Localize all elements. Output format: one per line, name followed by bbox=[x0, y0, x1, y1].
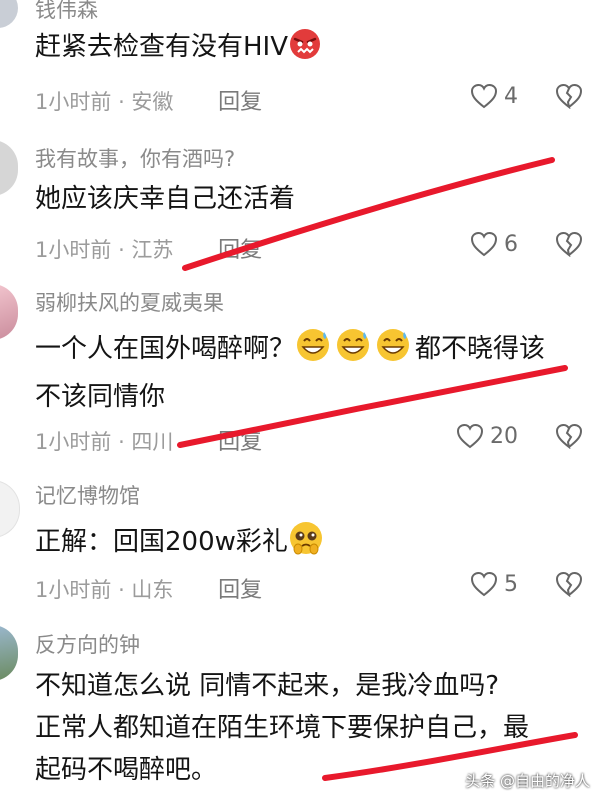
username[interactable]: 钱伟森 bbox=[35, 0, 98, 24]
avatar[interactable] bbox=[0, 625, 18, 681]
like-count: 4 bbox=[504, 83, 518, 109]
like-button[interactable]: 20 bbox=[456, 423, 518, 449]
sweat-grin-face-icon bbox=[295, 327, 415, 376]
comment-text-line: 一个人在国外喝醉啊？ bbox=[35, 334, 296, 364]
watermark: 头条 @自由的净人 bbox=[465, 772, 590, 790]
reply-button[interactable]: 回复 bbox=[218, 430, 262, 455]
comment-location: 江苏 bbox=[131, 238, 174, 262]
comment-text-line: 都不晓得该 bbox=[415, 334, 546, 364]
comment-location: 安徽 bbox=[131, 90, 174, 114]
avatar[interactable] bbox=[0, 140, 18, 196]
reply-button[interactable]: 回复 bbox=[218, 578, 262, 603]
comment-meta: 1小时前 · 安徽 回复 bbox=[35, 90, 263, 115]
comment-location: 四川 bbox=[131, 430, 174, 454]
avatar[interactable] bbox=[0, 0, 18, 28]
angry-face-icon bbox=[288, 27, 322, 74]
like-count: 20 bbox=[490, 423, 518, 449]
like-button[interactable]: 5 bbox=[470, 571, 518, 597]
comment-time: 1小时前 bbox=[35, 90, 112, 114]
username[interactable]: 我有故事，你有酒吗? bbox=[35, 143, 235, 173]
comment-text-line: 她应该庆幸自己还活着 bbox=[35, 184, 296, 214]
comment-text: 一个人在国外喝醉啊？ 都不晓得该 不该同情你 bbox=[35, 327, 590, 418]
comment-meta: 1小时前 · 山东 回复 bbox=[35, 578, 263, 603]
heart-icon bbox=[456, 423, 484, 449]
like-count: 5 bbox=[504, 571, 518, 597]
username[interactable]: 弱柳扶风的夏威夷果 bbox=[35, 287, 224, 317]
comment-text: 正解：回国200w彩礼 bbox=[35, 520, 590, 569]
username[interactable]: 记忆博物馆 bbox=[35, 480, 140, 510]
comment-text-line: 起码不喝醉吧。 bbox=[35, 755, 218, 785]
broken-heart-icon[interactable] bbox=[555, 231, 583, 257]
comment-text: 赶紧去检查有没有HIV bbox=[35, 26, 590, 74]
comment-time: 1小时前 bbox=[35, 238, 112, 262]
broken-heart-icon[interactable] bbox=[555, 571, 583, 597]
comment-text-line: 正常人都知道在陌生环境下要保护自己，最 bbox=[35, 713, 530, 743]
comment-text: 她应该庆幸自己还活着 bbox=[35, 178, 590, 220]
heart-icon bbox=[470, 83, 498, 109]
comment-location: 山东 bbox=[131, 578, 174, 602]
heart-icon bbox=[470, 231, 498, 257]
pleading-face-icon bbox=[288, 520, 324, 569]
comment-time: 1小时前 bbox=[35, 578, 112, 602]
broken-heart-icon[interactable] bbox=[555, 83, 583, 109]
avatar[interactable] bbox=[0, 284, 18, 340]
heart-icon bbox=[470, 571, 498, 597]
like-count: 6 bbox=[504, 231, 518, 257]
username[interactable]: 反方向的钟 bbox=[35, 629, 140, 659]
comment-text-line: 不知道怎么说 同情不起来，是我冷血吗? bbox=[35, 671, 500, 701]
broken-heart-icon[interactable] bbox=[555, 423, 583, 449]
like-button[interactable]: 6 bbox=[470, 231, 518, 257]
comment-text-line: 正解：回国200w彩礼 bbox=[35, 527, 288, 557]
avatar[interactable] bbox=[0, 480, 20, 538]
reply-button[interactable]: 回复 bbox=[218, 238, 262, 263]
comment-text-line: 赶紧去检查有没有HIV bbox=[35, 32, 289, 62]
comment-meta: 1小时前 · 江苏 回复 bbox=[35, 238, 263, 263]
comment-time: 1小时前 bbox=[35, 430, 112, 454]
reply-button[interactable]: 回复 bbox=[218, 90, 262, 115]
comment-meta: 1小时前 · 四川 回复 bbox=[35, 430, 263, 455]
like-button[interactable]: 4 bbox=[470, 83, 518, 109]
comment-text-line: 不该同情你 bbox=[35, 382, 166, 412]
